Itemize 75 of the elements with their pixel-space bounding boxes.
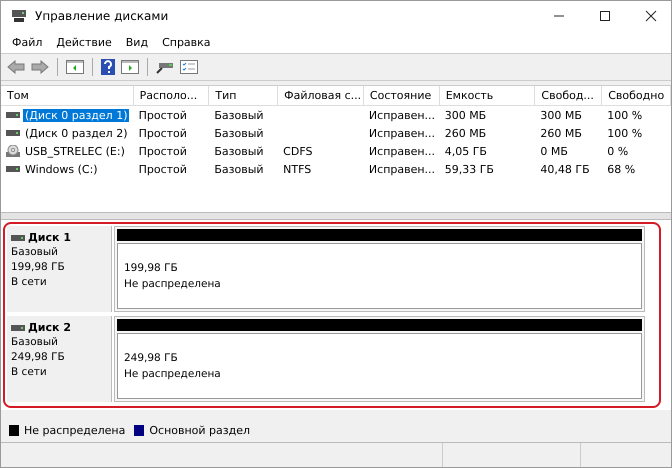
table-cell: NTFS bbox=[283, 162, 312, 176]
column-header[interactable]: Емкость bbox=[440, 86, 536, 106]
panel-icon[interactable] bbox=[66, 60, 84, 74]
table-cell: Базовый bbox=[214, 144, 264, 158]
table-cell: Исправен... bbox=[368, 144, 436, 158]
table-cell: Простой bbox=[138, 108, 187, 122]
table-cell: Базовый bbox=[214, 126, 264, 140]
disk-status: В сети bbox=[11, 365, 48, 380]
menu-item[interactable]: Действие bbox=[56, 36, 112, 48]
table-cell: 100 % bbox=[607, 126, 642, 140]
disc-drive-icon bbox=[6, 145, 20, 157]
close-icon[interactable] bbox=[645, 10, 657, 22]
drive-icon bbox=[6, 111, 20, 119]
table-cell: Базовый bbox=[214, 162, 264, 176]
table-cell: Исправен... bbox=[368, 162, 436, 176]
table-cell: 40,48 ГБ bbox=[540, 162, 590, 176]
volume-name[interactable]: USB_STRELEC (E:) bbox=[23, 144, 127, 158]
drive-icon bbox=[6, 129, 20, 137]
forward-arrow-icon[interactable] bbox=[31, 60, 49, 74]
table-cell: 68 % bbox=[607, 162, 636, 176]
partition-block[interactable]: 249,98 ГБ Не распределена bbox=[114, 316, 645, 402]
column-header[interactable]: Свободно bbox=[602, 86, 671, 106]
back-arrow-icon[interactable] bbox=[7, 60, 25, 74]
table-cell: 260 МБ bbox=[444, 126, 486, 140]
legend-label: Не распределена bbox=[24, 424, 126, 436]
table-cell: 260 МБ bbox=[540, 126, 582, 140]
disk-size: 199,98 ГБ bbox=[11, 260, 66, 275]
disk-name: Диск 2 bbox=[28, 320, 71, 335]
partition-size: 249,98 ГБ bbox=[124, 351, 179, 366]
column-header[interactable]: Свобод... bbox=[535, 86, 602, 106]
table-cell: 100 % bbox=[607, 108, 642, 122]
table-cell: 300 МБ bbox=[444, 108, 486, 122]
table-cell: 4,05 ГБ bbox=[444, 144, 487, 158]
disk-name: Диск 1 bbox=[28, 230, 71, 245]
table-cell: Простой bbox=[138, 144, 187, 158]
table-cell: 59,33 ГБ bbox=[444, 162, 494, 176]
partition-size: 199,98 ГБ bbox=[124, 261, 179, 276]
table-cell: Базовый bbox=[214, 108, 264, 122]
partition-block[interactable]: 199,98 ГБ Не распределена bbox=[114, 226, 645, 312]
table-cell: 0 МБ bbox=[540, 144, 568, 158]
table-cell: Простой bbox=[138, 162, 187, 176]
disk-type: Базовый bbox=[11, 335, 59, 350]
column-header[interactable]: Тип bbox=[209, 86, 278, 106]
table-cell: CDFS bbox=[283, 144, 312, 158]
window-title: Управление дисками bbox=[35, 9, 168, 23]
drive-icon bbox=[11, 234, 25, 242]
table-cell: 300 МБ bbox=[540, 108, 582, 122]
disk-type: Базовый bbox=[11, 245, 59, 260]
help-icon[interactable] bbox=[101, 59, 115, 75]
drive-icon bbox=[6, 165, 20, 173]
column-header[interactable]: Файловая с... bbox=[278, 86, 364, 106]
legend-label: Основной раздел bbox=[149, 424, 250, 436]
table-cell: Исправен... bbox=[368, 126, 436, 140]
drive-icon bbox=[11, 324, 25, 332]
column-header[interactable]: Том bbox=[1, 86, 134, 106]
disk-size: 249,98 ГБ bbox=[11, 350, 66, 365]
column-header[interactable]: Состояние bbox=[364, 86, 440, 106]
table-cell: Простой bbox=[138, 126, 187, 140]
disk-status: В сети bbox=[11, 275, 48, 290]
menu-item[interactable]: Вид bbox=[126, 36, 148, 48]
checklist-icon[interactable] bbox=[180, 60, 198, 74]
table-cell: 0 % bbox=[607, 144, 628, 158]
column-header[interactable]: Располо... bbox=[134, 86, 210, 106]
volume-name[interactable]: Windows (C:) bbox=[23, 162, 100, 176]
menu-item[interactable]: Файл bbox=[12, 36, 42, 48]
partition-label: Не распределена bbox=[124, 277, 222, 292]
volume-name[interactable]: (Диск 0 раздел 1) bbox=[23, 108, 130, 122]
drive-search-icon[interactable] bbox=[156, 60, 174, 74]
table-cell: Исправен... bbox=[368, 108, 436, 122]
partition-label: Не распределена bbox=[124, 367, 222, 382]
disk-management-icon bbox=[11, 9, 27, 23]
menu-item[interactable]: Справка bbox=[162, 36, 211, 48]
volume-name[interactable]: (Диск 0 раздел 2) bbox=[23, 126, 130, 140]
maximize-icon[interactable] bbox=[599, 10, 611, 22]
panel-icon[interactable] bbox=[121, 60, 139, 74]
